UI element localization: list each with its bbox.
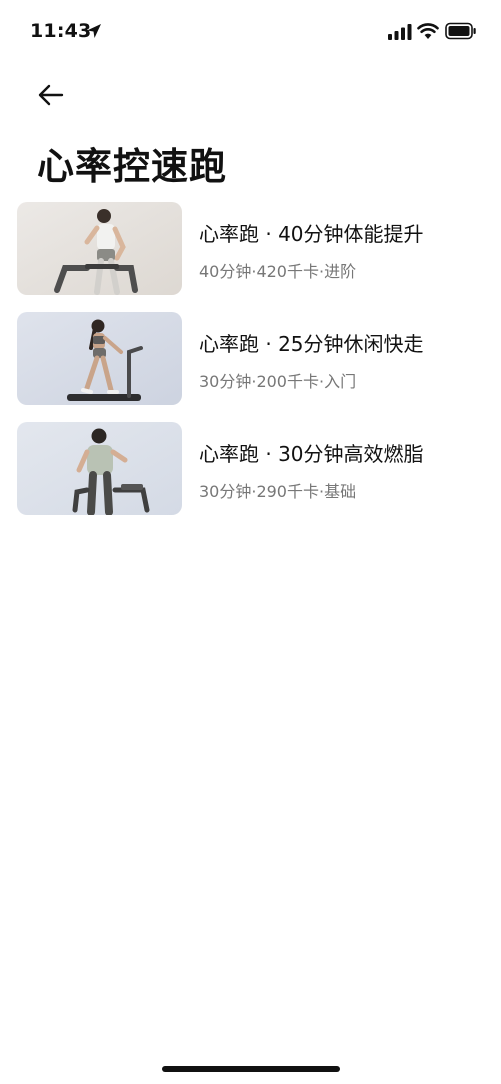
workout-thumbnail	[17, 422, 182, 515]
cellular-signal-icon	[388, 24, 412, 40]
status-bar: 11:43	[0, 0, 501, 62]
list-item[interactable]: 心率跑 · 40分钟体能提升 40分钟·420千卡·进阶	[0, 202, 501, 296]
back-button[interactable]	[32, 78, 72, 114]
workout-title: 心率跑 · 30分钟高效燃脂	[199, 442, 424, 466]
workout-title: 心率跑 · 25分钟休闲快走	[199, 332, 424, 356]
workout-thumbnail	[17, 312, 182, 405]
workout-title: 心率跑 · 40分钟体能提升	[199, 222, 424, 246]
battery-icon	[445, 22, 476, 40]
page-title: 心率控速跑	[37, 145, 227, 188]
list-item[interactable]: 心率跑 · 25分钟休闲快走 30分钟·200千卡·入门	[0, 312, 501, 406]
workout-meta: 40分钟·420千卡·进阶	[199, 262, 357, 281]
arrow-left-icon	[38, 84, 64, 106]
home-indicator[interactable]	[162, 1066, 340, 1072]
workout-meta: 30分钟·200千卡·入门	[199, 372, 357, 391]
workout-thumbnail	[17, 202, 182, 295]
status-time: 11:43	[30, 20, 92, 42]
wifi-icon	[417, 23, 439, 39]
list-item[interactable]: 心率跑 · 30分钟高效燃脂 30分钟·290千卡·基础	[0, 422, 501, 516]
location-arrow-icon	[87, 24, 101, 38]
workout-meta: 30分钟·290千卡·基础	[199, 482, 357, 501]
